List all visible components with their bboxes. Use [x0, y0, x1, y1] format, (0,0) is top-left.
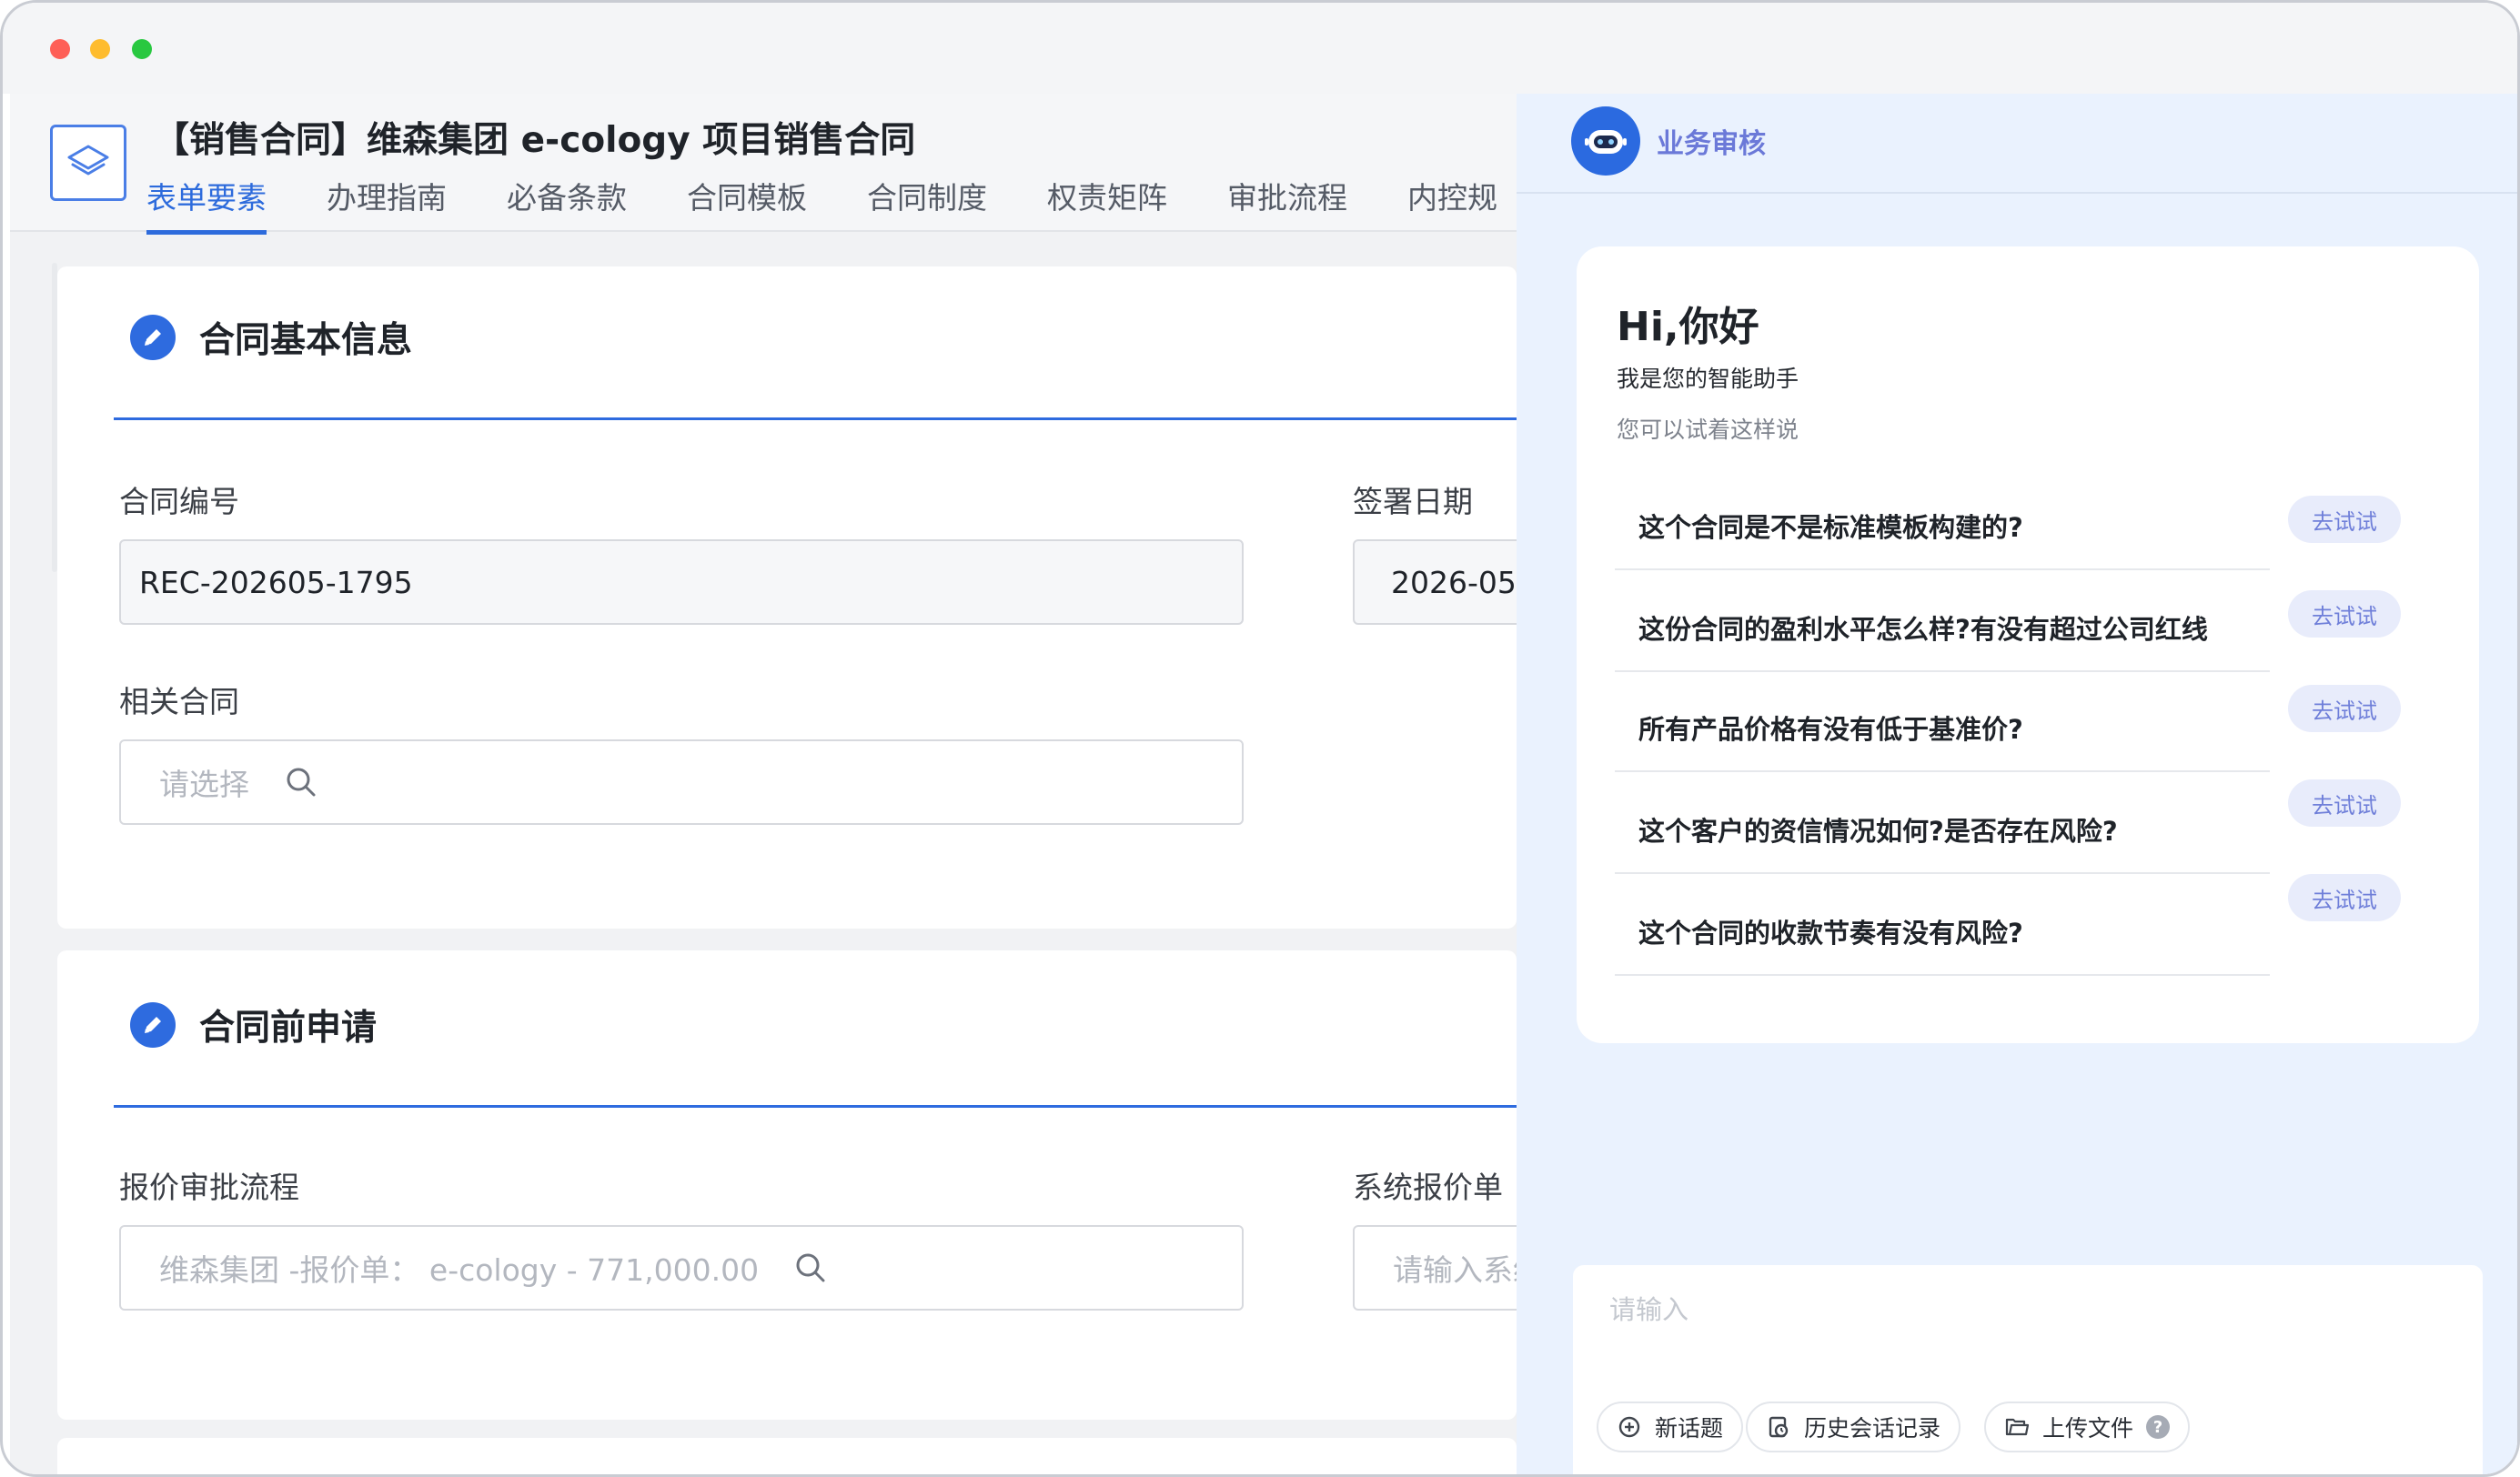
- try-button[interactable]: 去试试: [2288, 874, 2401, 921]
- tab-authority-matrix[interactable]: 权责矩阵: [1047, 174, 1167, 235]
- tab-guide[interactable]: 办理指南: [327, 174, 447, 235]
- app-header: 【销售合同】维森集团 e-cology 项目销售合同 表单要素 办理指南 必备条…: [10, 94, 1517, 235]
- system-quote-input[interactable]: 请输入系统: [1353, 1225, 1517, 1311]
- section-basic-info: 合同基本信息 合同编号 REC-202605-1795 签署日期 2026-05…: [57, 266, 1517, 929]
- history-icon: [1769, 1416, 1789, 1438]
- minimize-window-button[interactable]: [90, 39, 110, 59]
- assistant-intro: 我是您的智能助手: [1617, 366, 1799, 392]
- tab-approval-flow[interactable]: 审批流程: [1227, 174, 1347, 235]
- contract-form-area: 【销售合同】维森集团 e-cology 项目销售合同 表单要素 办理指南 必备条…: [10, 94, 1517, 1474]
- history-label: 历史会话记录: [1804, 1415, 1941, 1442]
- quote-flow-value: 维森集团 -报价单： e-cology - 771,000.00: [159, 1252, 760, 1288]
- assistant-title: 业务审核: [1657, 128, 1766, 160]
- try-button[interactable]: 去试试: [2288, 590, 2401, 638]
- new-topic-button[interactable]: 新话题: [1597, 1402, 1744, 1452]
- try-button[interactable]: 去试试: [2288, 779, 2401, 827]
- quote-flow-input[interactable]: 维森集团 -报价单： e-cology - 771,000.00: [119, 1225, 1244, 1311]
- related-contract-label: 相关合同: [119, 684, 239, 719]
- section-title: 合同前申请: [199, 1008, 378, 1049]
- suggestion-item[interactable]: 这份合同的盈利水平怎么样?有没有超过公司红线: [1615, 588, 2270, 672]
- suggestion-item[interactable]: 这个合同的收款节奏有没有风险?: [1615, 892, 2270, 976]
- tab-bar: 表单要素 办理指南 必备条款 合同模板 合同制度 权责矩阵 审批流程 内控规: [146, 174, 1517, 235]
- suggestion-item[interactable]: 这个合同是不是标准模板构建的?: [1615, 487, 2270, 570]
- window-titlebar: [3, 3, 2517, 94]
- tab-internal-control[interactable]: 内控规: [1407, 174, 1497, 235]
- section-divider: [114, 417, 1517, 420]
- greeting: Hi,你好: [1617, 304, 1759, 350]
- section-divider: [114, 1105, 1517, 1108]
- quote-flow-label: 报价审批流程: [119, 1170, 299, 1205]
- contract-no-field[interactable]: REC-202605-1795: [119, 539, 1244, 625]
- suggestion-item[interactable]: 所有产品价格有没有低于基准价?: [1615, 688, 2270, 772]
- section-header: 合同基本信息: [130, 312, 412, 363]
- system-quote-label: 系统报价单: [1353, 1170, 1503, 1205]
- robot-icon: [1571, 106, 1640, 176]
- section-next: [57, 1438, 1517, 1474]
- help-icon[interactable]: ?: [2146, 1415, 2171, 1439]
- chat-input-box[interactable]: 请输入 新话题 历史会话记录 上传文件 ?: [1573, 1265, 2483, 1474]
- system-quote-placeholder: 请输入系统: [1393, 1252, 1517, 1288]
- section-header: 合同前申请: [130, 1000, 377, 1050]
- history-button[interactable]: 历史会话记录: [1746, 1402, 1961, 1452]
- close-window-button[interactable]: [50, 39, 70, 59]
- pencil-icon: [130, 315, 176, 360]
- related-contract-input[interactable]: 请选择: [119, 739, 1244, 825]
- section-pre-application: 合同前申请 报价审批流程 维森集团 -报价单： e-cology - 771,0…: [57, 950, 1517, 1420]
- suggestion-text: 这个合同的收款节奏有没有风险?: [1638, 918, 2023, 949]
- chat-input-placeholder: 请输入: [1609, 1294, 1689, 1325]
- tab-contract-template[interactable]: 合同模板: [687, 174, 807, 235]
- search-icon[interactable]: [793, 1251, 828, 1285]
- upload-file-button[interactable]: 上传文件 ?: [1984, 1402, 2191, 1452]
- folder-icon: [2005, 1418, 2030, 1436]
- tab-contract-policy[interactable]: 合同制度: [867, 174, 987, 235]
- try-button[interactable]: 去试试: [2288, 685, 2401, 732]
- suggestion-text: 这个合同是不是标准模板构建的?: [1638, 512, 2023, 543]
- sign-date-field[interactable]: 2026-05-2: [1353, 539, 1517, 625]
- pencil-icon: [130, 1002, 176, 1048]
- suggestion-text: 这份合同的盈利水平怎么样?有没有超过公司红线: [1638, 614, 2208, 645]
- sign-date-label: 签署日期: [1353, 484, 1473, 519]
- tab-form-elements[interactable]: 表单要素: [146, 174, 267, 235]
- tab-required-clauses[interactable]: 必备条款: [507, 174, 627, 235]
- related-contract-placeholder: 请选择: [159, 767, 249, 802]
- plus-circle-icon: [1618, 1416, 1640, 1438]
- suggestion-hint: 您可以试着这样说: [1617, 417, 1799, 443]
- page-title: 【销售合同】维森集团 e-cology 项目销售合同: [154, 120, 916, 161]
- new-topic-label: 新话题: [1655, 1415, 1724, 1442]
- contract-no-value: REC-202605-1795: [139, 564, 413, 600]
- suggestion-text: 所有产品价格有没有低于基准价?: [1638, 714, 2023, 745]
- contract-no-label: 合同编号: [119, 484, 239, 519]
- sign-date-value: 2026-05-2: [1391, 564, 1517, 600]
- search-icon[interactable]: [284, 765, 318, 799]
- welcome-card: Hi,你好 我是您的智能助手 您可以试着这样说 这个合同是不是标准模板构建的? …: [1577, 246, 2479, 1043]
- upload-file-label: 上传文件: [2042, 1415, 2134, 1442]
- app-window: 【销售合同】维森集团 e-cology 项目销售合同 表单要素 办理指南 必备条…: [0, 0, 2520, 1477]
- section-title: 合同基本信息: [199, 320, 413, 361]
- assistant-header: 业务审核: [1517, 94, 2517, 194]
- try-button[interactable]: 去试试: [2288, 496, 2401, 543]
- suggestion-item[interactable]: 这个客户的资信情况如何?是否存在风险?: [1615, 790, 2270, 874]
- layers-icon: [50, 125, 126, 201]
- suggestion-text: 这个客户的资信情况如何?是否存在风险?: [1638, 816, 2118, 847]
- assistant-panel: 业务审核 Hi,你好 我是您的智能助手 您可以试着这样说 这个合同是不是标准模板…: [1517, 94, 2517, 1474]
- maximize-window-button[interactable]: [132, 39, 152, 59]
